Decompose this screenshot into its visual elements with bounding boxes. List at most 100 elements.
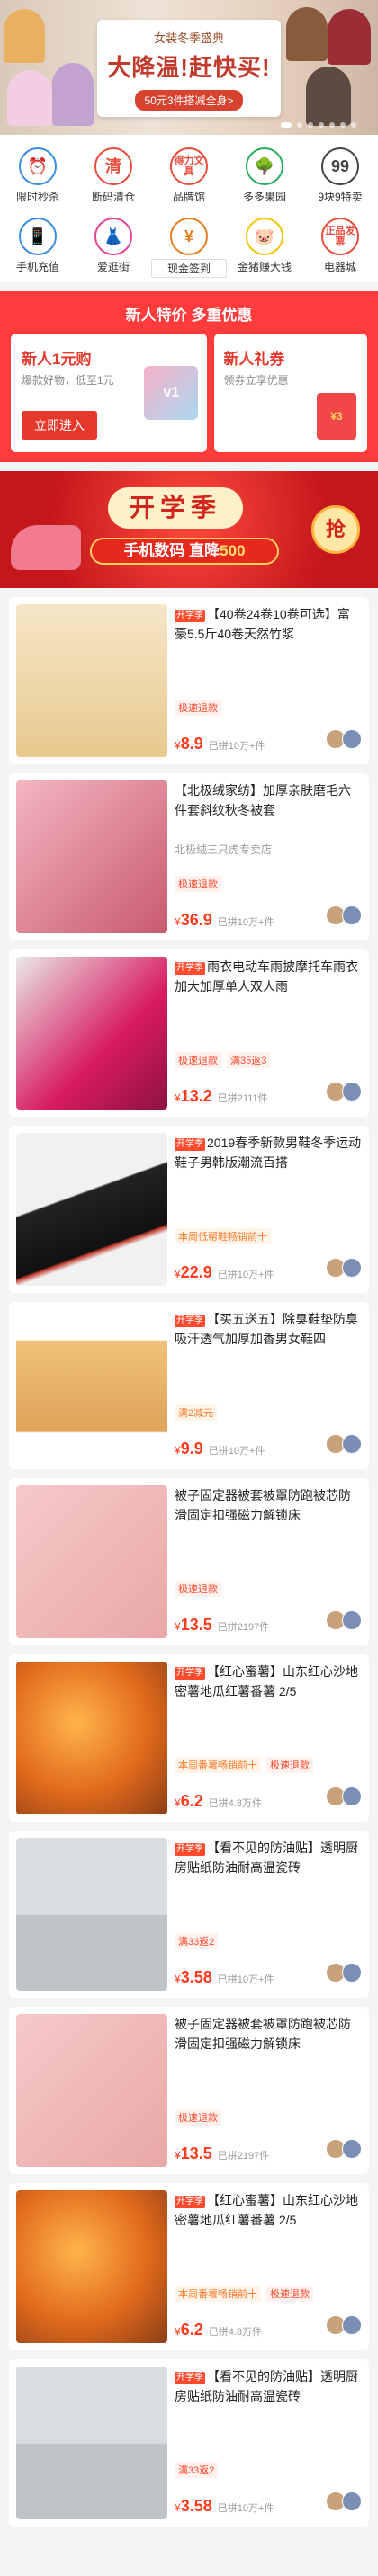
grab-button[interactable]: 抢 [311,505,360,554]
product-title[interactable]: 开学季 【看不见的防油贴】透明厨房贴纸防油耐高温瓷砖 [175,1838,362,1897]
product-info: 【北极绒家纺】加厚亲肤磨毛六件套斜纹秋冬被套 北极绒三只虎专卖店 极速退款 ¥36.9… [167,780,362,933]
price-row: ¥9.9 已拼10万+件 [175,1434,362,1458]
newcomer-promo: 新人特价 多重优惠 新人1元购 爆款好物，低至1元 立即进入 v1 新人礼券 领… [0,291,378,462]
shortcut-label: 爱逛街 [96,261,130,273]
product-tags: 满2减元 [175,1404,222,1421]
cash-icon: ¥ [170,218,208,255]
sold-count: 已拼10万+件 [217,917,274,928]
product-image: v1 [144,366,199,420]
shortcut-brand[interactable]: 得力文具 品牌馆 [151,144,227,207]
currency-symbol: ¥ [175,1268,181,1280]
product-image[interactable] [16,2190,167,2343]
school-season-badge: 开学季 [175,962,205,975]
promo-right-name: 新人礼券 [223,351,285,368]
banner-tag[interactable]: 50元3件搭减全身> [135,90,243,111]
product-price: ¥6.2 [175,2321,203,2340]
shortcut-cash[interactable]: ¥ 现金签到 [151,214,227,278]
coat-image-left [4,9,45,63]
product-info: 开学季 【买五送五】除臭鞋垫防臭吸汗透气加厚加香男女鞋四满2减元 ¥9.9 已拼10万… [167,1309,362,1462]
product-tags: 满33返2 [175,1933,223,1949]
product-image[interactable] [16,1133,167,1286]
product-price: ¥13.2 [175,1087,212,1106]
carousel-dot[interactable] [297,122,302,128]
product-image[interactable] [16,957,167,1110]
carousel-dot[interactable] [319,122,324,128]
product-image[interactable] [16,604,167,757]
product-image[interactable] [16,1838,167,1991]
product-title-text: 被子固定器被套被罩防跑被芯防滑固定扣强磁力解锁床 [175,1488,351,1522]
promo-card-coupon[interactable]: 新人礼券 领券立享优惠 ¥3 [214,334,367,452]
currency-symbol: ¥ [175,1796,181,1809]
product-tag: 满33返2 [175,1933,219,1949]
product-title[interactable]: 被子固定器被套被罩防跑被芯防滑固定扣强磁力解锁床 [175,2014,362,2073]
buyer-avatars [326,2139,362,2159]
product-image[interactable] [16,1309,167,1462]
shortcut-pig[interactable]: 🐷 金猪赚大钱 [227,214,302,277]
product-title[interactable]: 开学季 2019春季新款男鞋冬季运动鞋子男韩版潮流百搭 [175,1133,362,1192]
shortcut-alarm-clock[interactable]: ⏰ 限时秒杀 [0,144,76,207]
product-card[interactable]: 开学季 【红心蜜薯】山东红心沙地密薯地瓜红薯番薯 2/5 本周番薯畅销前十 极速退款 ¥… [9,2183,369,2350]
enter-now-button[interactable]: 立即进入 [22,411,97,440]
coat-image-right [286,7,328,61]
buyer-avatars [326,1434,362,1454]
shortcut-dress[interactable]: 👗 爱逛街 [76,214,151,277]
product-title[interactable]: 【北极绒家纺】加厚亲肤磨毛六件套斜纹秋冬被套 [175,780,362,840]
shortcut-nine-nine[interactable]: 99 9块9特卖 [302,144,378,207]
shortcut-appliance[interactable]: 正品发票 电器城 [302,214,378,277]
product-card[interactable]: 开学季 【买五送五】除臭鞋垫防臭吸汗透气加厚加香男女鞋四满2减元 ¥9.9 已拼10万… [9,1302,369,1469]
product-card[interactable]: 开学季 【40卷24卷10卷可选】富豪5.5斤40卷天然竹浆 极速退款 ¥8.9 已拼1… [9,597,369,764]
product-card[interactable]: 被子固定器被套被罩防跑被芯防滑固定扣强磁力解锁床 极速退款 ¥13.5 已拼2197件 [9,2007,369,2174]
shortcut-clear-stock[interactable]: 清断码清仓 [76,144,151,207]
avatar [342,1963,362,1983]
product-image[interactable] [16,2367,167,2519]
avatar [342,729,362,749]
shortcut-phone[interactable]: 📱 手机充值 [0,214,76,277]
carousel-dot[interactable] [340,122,346,128]
product-image[interactable] [16,1662,167,1814]
hero-banner[interactable]: 女装冬季盛典 大降温!赶快买! 50元3件搭减全身> [0,0,378,135]
product-card[interactable]: 开学季 【看不见的防油贴】透明厨房贴纸防油耐高温瓷砖 满33返2 ¥3.58 已拼10万… [9,2359,369,2527]
product-card[interactable]: 被子固定器被套被罩防跑被芯防滑固定扣强磁力解锁床 极速退款 ¥13.5 已拼2197件 [9,1478,369,1645]
shortcut-label: 手机充值 [15,261,59,273]
product-card[interactable]: 开学季 【红心蜜薯】山东红心沙地密薯地瓜红薯番薯 2/5 本周番薯畅销前十 极速退款 ¥… [9,1654,369,1822]
pig-icon: 🐷 [246,218,284,255]
product-title[interactable]: 开学季 【40卷24卷10卷可选】富豪5.5斤40卷天然竹浆 [175,604,362,664]
school-sub-prefix: 手机数码 直降 [123,542,220,559]
promo-card-one-yuan[interactable]: 新人1元购 爆款好物，低至1元 立即进入 v1 [11,334,208,452]
shortcut-tree[interactable]: 🌳 多多果园 [227,144,302,207]
currency-symbol: ¥ [175,2149,181,2162]
brand-icon: 得力文具 [170,147,208,185]
product-tag: 极速退款 [175,2109,221,2126]
product-card[interactable]: 【北极绒家纺】加厚亲肤磨毛六件套斜纹秋冬被套 北极绒三只虎专卖店 极速退款 ¥36.9… [9,773,369,940]
buyer-avatars [326,1787,362,1806]
product-tags: 极速退款 [175,700,227,716]
nine-nine-icon: 99 [321,147,359,185]
carousel-dot[interactable] [281,122,292,128]
product-tag: 满35返3 [227,1052,271,1068]
product-title[interactable]: 开学季 雨衣电动车雨披摩托车雨衣加大加厚单人双人雨 [175,957,362,1016]
product-image[interactable] [16,2014,167,2167]
product-image[interactable] [16,780,167,933]
currency-symbol: ¥ [175,2325,181,2338]
product-price: ¥8.9 [175,735,203,753]
carousel-dot[interactable] [308,122,313,128]
product-info: 开学季 【40卷24卷10卷可选】富豪5.5斤40卷天然竹浆 极速退款 ¥8.9 已拼1… [167,604,362,757]
product-image[interactable] [16,1485,167,1638]
product-title[interactable]: 被子固定器被套被罩防跑被芯防滑固定扣强磁力解锁床 [175,1485,362,1545]
product-tags: 极速退款 [175,1581,227,1597]
product-title[interactable]: 开学季 【买五送五】除臭鞋垫防臭吸汗透气加厚加香男女鞋四 [175,1309,362,1368]
carousel-dot[interactable] [329,122,335,128]
product-card[interactable]: 开学季 【看不见的防油贴】透明厨房贴纸防油耐高温瓷砖 满33返2 ¥3.58 已拼10万… [9,1831,369,1998]
product-card[interactable]: 开学季 2019春季新款男鞋冬季运动鞋子男韩版潮流百搭 本周低帮鞋畅销前十 ¥22.9… [9,1126,369,1293]
carousel-dot[interactable] [351,122,356,128]
school-season-banner[interactable]: 开学季 手机数码 直降500 抢 [0,471,378,588]
product-card[interactable]: 开学季 雨衣电动车雨披摩托车雨衣加大加厚单人双人雨 极速退款 满35返3 ¥13.2 已拼… [9,949,369,1117]
product-tag: 极速退款 [175,1581,221,1597]
product-info: 被子固定器被套被罩防跑被芯防滑固定扣强磁力解锁床 极速退款 ¥13.5 已拼2197件 [167,1485,362,1638]
buyer-avatars [326,2491,362,2511]
product-title[interactable]: 开学季 【看不见的防油贴】透明厨房贴纸防油耐高温瓷砖 [175,2367,362,2426]
shop-name[interactable]: 北极绒三只虎专卖店 [175,842,362,857]
product-title[interactable]: 开学季 【红心蜜薯】山东红心沙地密薯地瓜红薯番薯 2/5 [175,1662,362,1721]
product-title[interactable]: 开学季 【红心蜜薯】山东红心沙地密薯地瓜红薯番薯 2/5 [175,2190,362,2250]
carousel-dots[interactable] [281,122,356,128]
